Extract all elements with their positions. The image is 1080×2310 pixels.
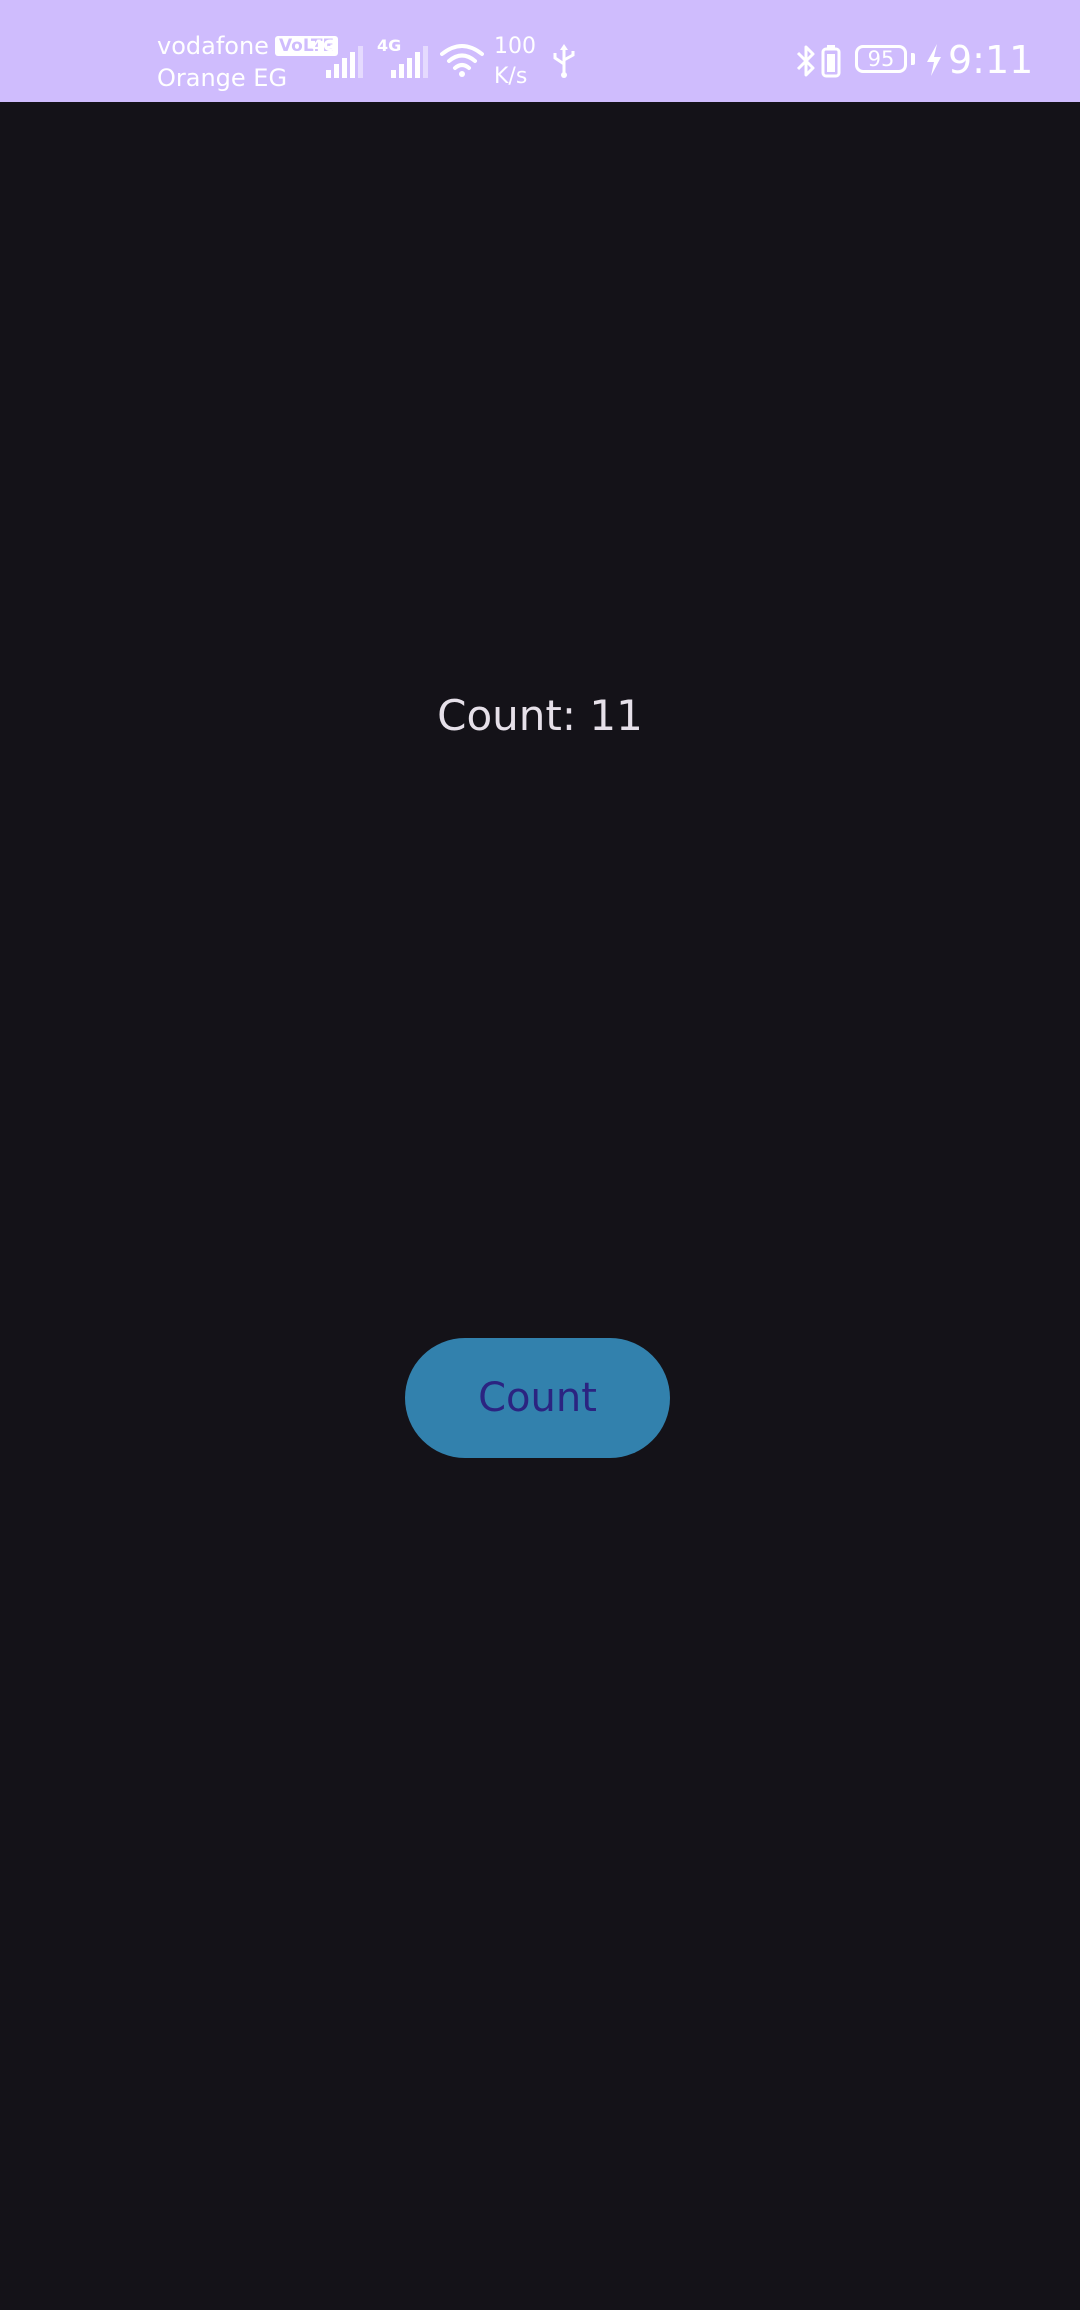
network-speed-value: 100 [494,34,536,59]
count-display: Count: 11 [437,691,643,740]
app-screen: vodafone VoLTE Orange EG 4G 4G 100 K/s 9… [0,0,1080,2310]
battery-tip [911,53,915,65]
battery-icon: 95 [855,45,907,73]
carrier-info: vodafone VoLTE Orange EG [157,30,339,94]
signal-icon [391,46,428,78]
status-bar: vodafone VoLTE Orange EG 4G 4G 100 K/s 9… [0,0,1080,102]
battery-level: 95 [867,47,895,71]
carrier-1-name: vodafone [157,32,269,60]
sim1-signal: 4G [312,38,368,80]
count-button[interactable]: Count [405,1338,670,1458]
network-speed-unit: K/s [494,64,528,89]
wifi-icon [440,44,484,77]
carrier-2-name: Orange EG [157,64,288,92]
signal-icon [326,46,363,78]
charging-icon [927,44,941,76]
bluetooth-icon [796,45,815,77]
usb-icon [553,44,575,78]
battery-saver-icon [821,45,841,78]
network-speed: 100 K/s [494,32,536,92]
status-time: 9:11 [948,38,1034,82]
sim2-signal: 4G [377,38,433,80]
